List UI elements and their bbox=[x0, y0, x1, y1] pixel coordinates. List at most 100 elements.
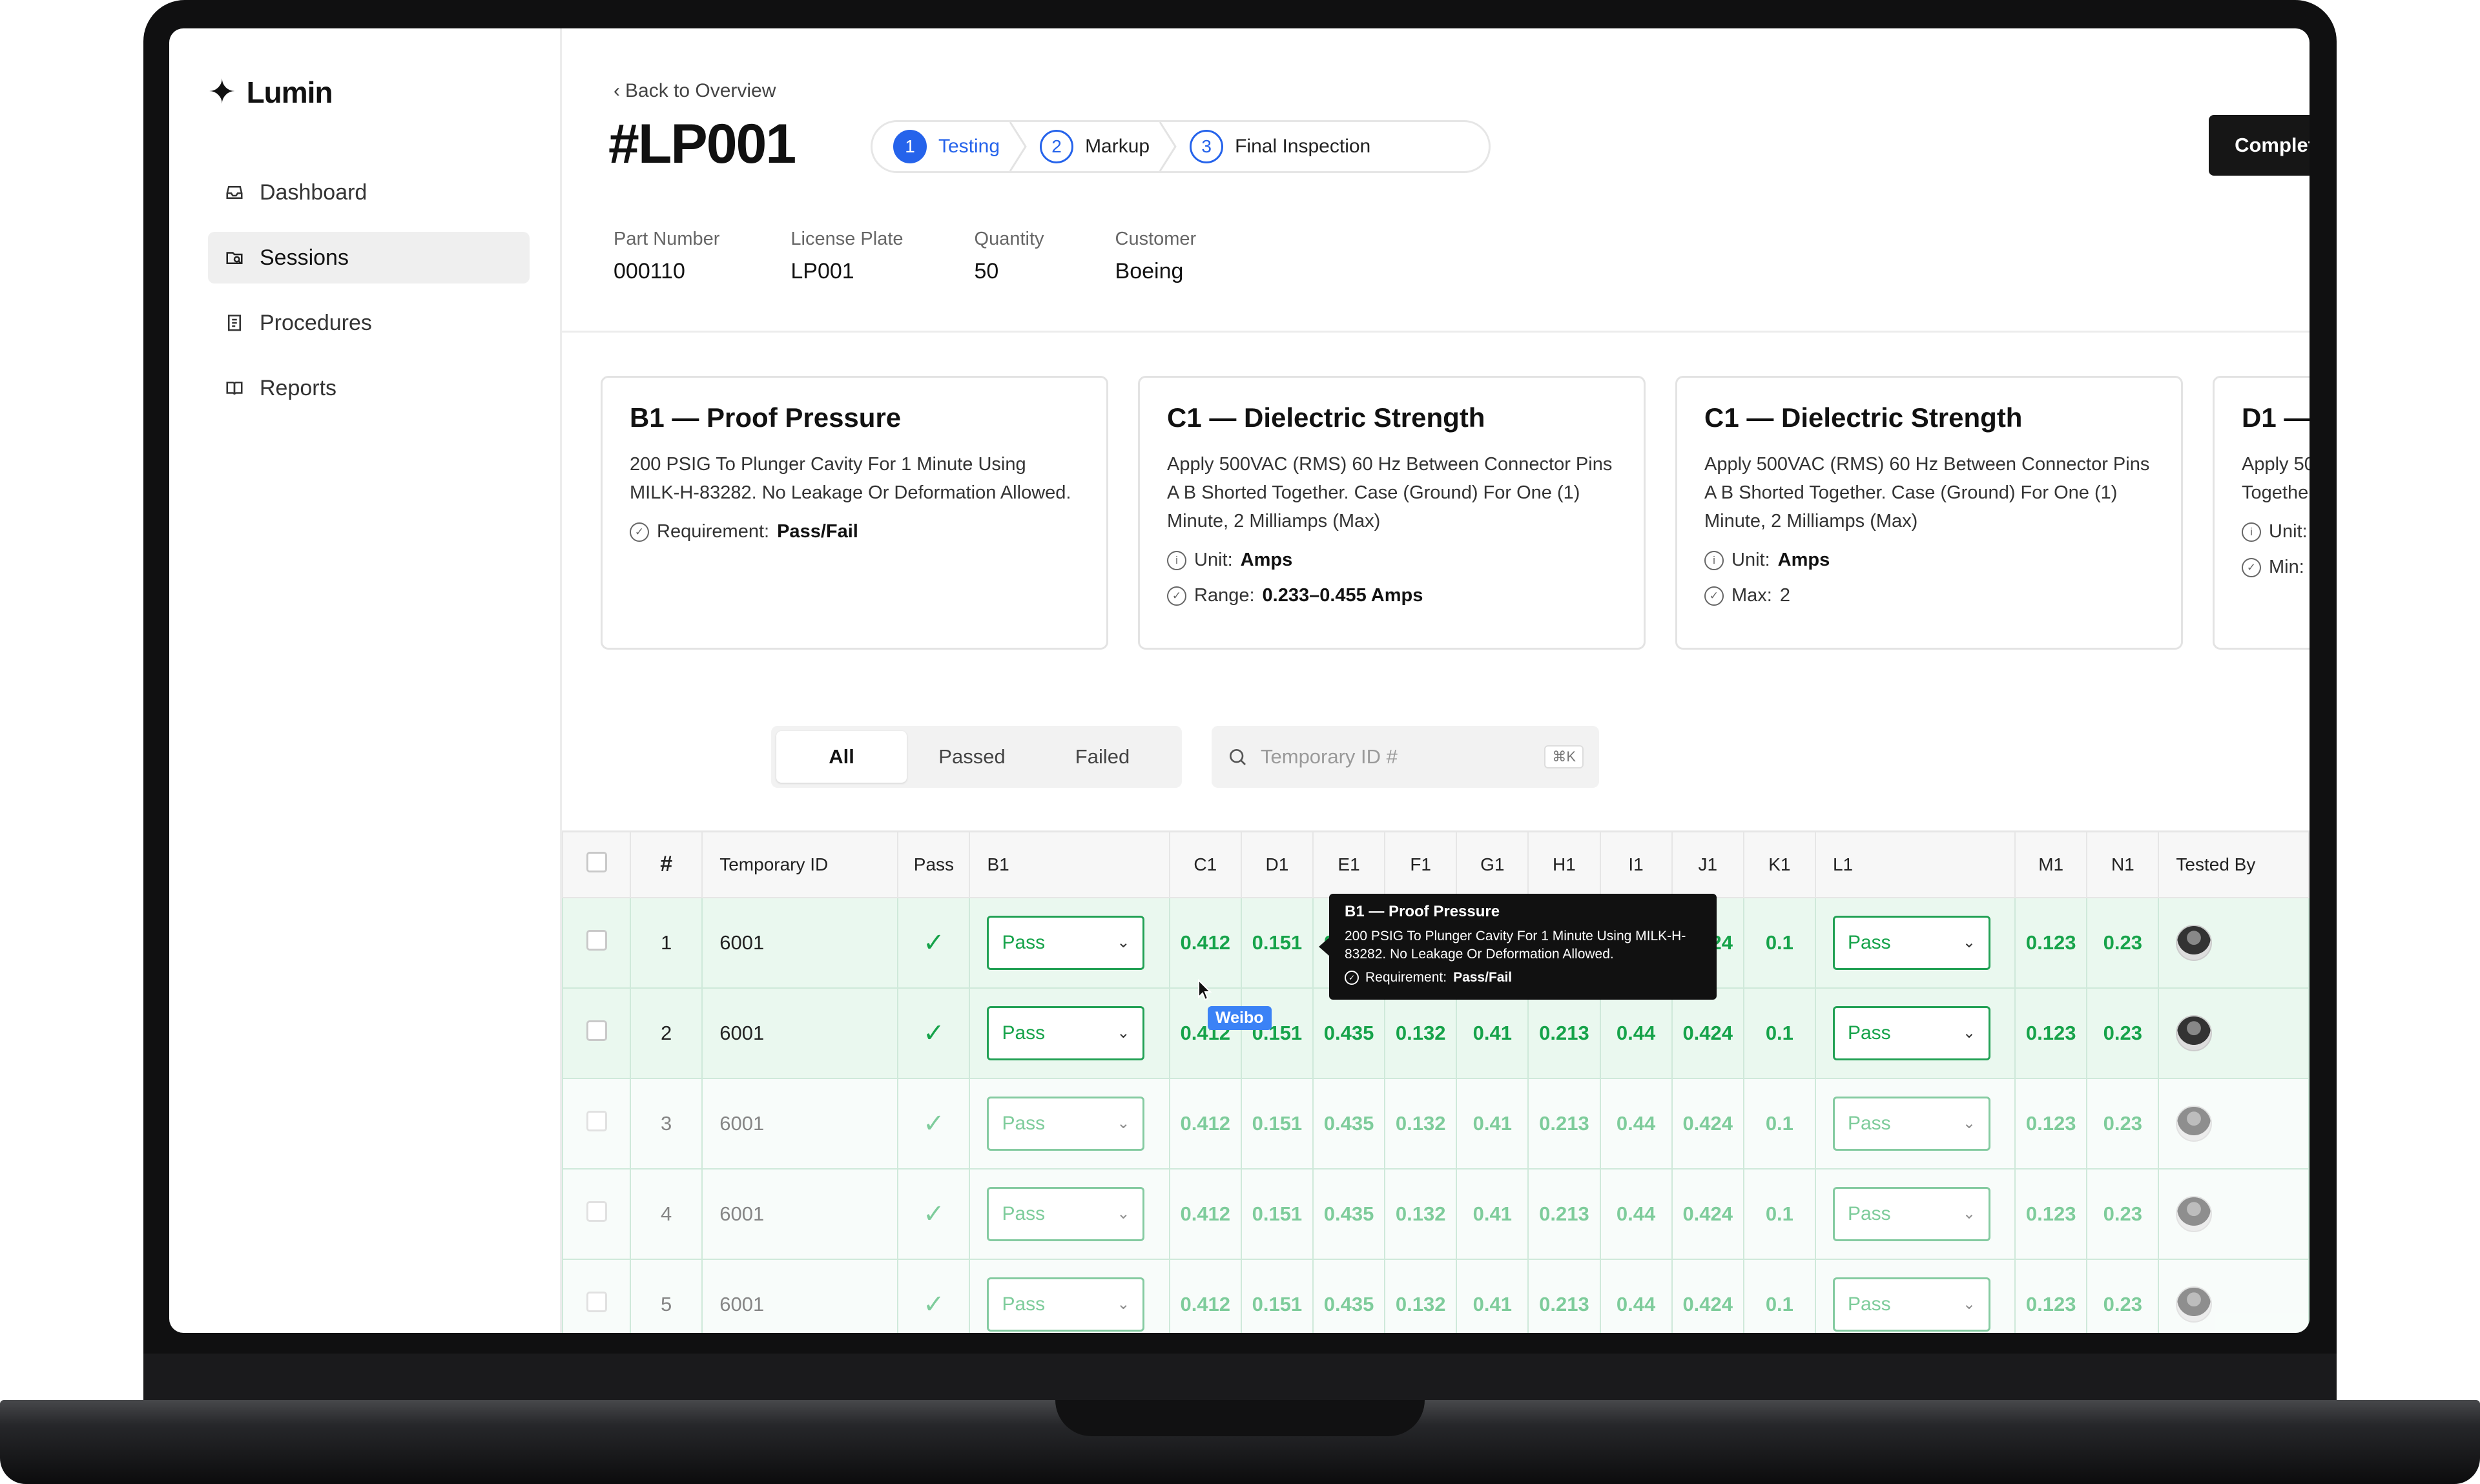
col-header[interactable]: I1 bbox=[1599, 830, 1673, 898]
measurement-cell[interactable]: 0.132 bbox=[1384, 1077, 1458, 1170]
measurement-cell[interactable]: 0.424 bbox=[1671, 1258, 1744, 1333]
measurement-cell[interactable]: 0.1 bbox=[1742, 987, 1816, 1079]
result-dropdown[interactable]: Pass ⌄ bbox=[987, 1277, 1145, 1332]
measurement-cell[interactable]: 0.435 bbox=[1312, 1077, 1386, 1170]
row-checkbox[interactable] bbox=[586, 929, 607, 951]
measurement-cell[interactable]: 0.132 bbox=[1384, 1168, 1458, 1260]
measurement-cell[interactable]: 0.132 bbox=[1384, 1258, 1458, 1333]
measurement-cell[interactable]: 0.1 bbox=[1742, 1258, 1816, 1333]
col-header[interactable]: C1 bbox=[1168, 830, 1242, 898]
col-header[interactable]: G1 bbox=[1456, 830, 1529, 898]
avatar[interactable] bbox=[2176, 1195, 2213, 1232]
measurement-cell[interactable]: 0.123 bbox=[2014, 987, 2088, 1079]
col-header[interactable]: E1 bbox=[1312, 830, 1386, 898]
row-checkbox[interactable] bbox=[586, 1020, 607, 1041]
table-row[interactable]: 2 6001 ✓ Pass ⌄ 0.412 0.151 0.435 0.132 0.41 0.213… bbox=[562, 987, 2310, 1079]
measurement-cell[interactable]: 0.424 bbox=[1671, 1077, 1744, 1170]
result-dropdown[interactable]: Pass ⌄ bbox=[1832, 915, 1990, 970]
table-row[interactable]: 4 6001 ✓ Pass ⌄ 0.412 0.151 0.435 0.132 0.41 0.213… bbox=[562, 1168, 2310, 1260]
measurement-cell[interactable]: 0.1 bbox=[1742, 1168, 1816, 1260]
sidebar-item-sessions[interactable]: Sessions bbox=[208, 232, 530, 283]
procedure-card[interactable]: C1 — Dielectric Strength Apply 500VAC (R… bbox=[1675, 376, 2183, 650]
row-checkbox[interactable] bbox=[586, 1110, 607, 1131]
step-testing[interactable]: 1 Testing bbox=[893, 121, 1027, 172]
measurement-cell[interactable]: 0.132 bbox=[1384, 987, 1458, 1079]
step-markup[interactable]: 2 Markup bbox=[1040, 121, 1177, 172]
measurement-cell[interactable]: 0.412 bbox=[1168, 1077, 1242, 1170]
measurement-cell[interactable]: 0.123 bbox=[2014, 1168, 2088, 1260]
col-header[interactable]: D1 bbox=[1240, 830, 1314, 898]
avatar[interactable] bbox=[2176, 1286, 2213, 1323]
sidebar-item-procedures[interactable]: Procedures bbox=[208, 297, 530, 349]
result-dropdown[interactable]: Pass ⌄ bbox=[987, 1186, 1145, 1241]
step-final-inspection[interactable]: 3 Final Inspection bbox=[1190, 130, 1370, 163]
measurement-cell[interactable]: 0.123 bbox=[2014, 1077, 2088, 1170]
col-header[interactable]: F1 bbox=[1384, 830, 1458, 898]
measurement-cell[interactable]: 0.1 bbox=[1742, 1077, 1816, 1170]
row-checkbox[interactable] bbox=[586, 1291, 607, 1312]
measurement-cell[interactable]: 0.151 bbox=[1240, 1258, 1314, 1333]
filter-all[interactable]: All bbox=[776, 731, 907, 783]
procedure-card[interactable]: D1 — Insulation Resistance Apply 500VDC … bbox=[2213, 376, 2310, 650]
measurement-cell[interactable]: 0.44 bbox=[1599, 1258, 1673, 1333]
measurement-cell[interactable]: 0.23 bbox=[2086, 987, 2160, 1079]
measurement-cell[interactable]: 0.41 bbox=[1456, 1168, 1529, 1260]
measurement-cell[interactable]: 0.213 bbox=[1527, 1077, 1601, 1170]
search-input[interactable] bbox=[1261, 745, 1545, 768]
col-header[interactable]: Temporary ID bbox=[701, 830, 899, 898]
procedure-card[interactable]: C1 — Dielectric Strength Apply 500VAC (R… bbox=[1138, 376, 1646, 650]
measurement-cell[interactable]: 0.23 bbox=[2086, 1168, 2160, 1260]
result-dropdown[interactable]: Pass ⌄ bbox=[1832, 1277, 1990, 1332]
measurement-cell[interactable]: 0.424 bbox=[1671, 1168, 1744, 1260]
result-dropdown[interactable]: Pass ⌄ bbox=[987, 915, 1145, 970]
complete-testing-button[interactable]: Complete Testing bbox=[2209, 115, 2310, 176]
measurement-cell[interactable]: 0.435 bbox=[1312, 1168, 1386, 1260]
back-link[interactable]: ‹ Back to Overview bbox=[614, 80, 776, 102]
measurement-cell[interactable]: 0.424 bbox=[1671, 987, 1744, 1079]
sidebar-item-reports[interactable]: Reports bbox=[208, 362, 530, 414]
col-header[interactable]: H1 bbox=[1527, 830, 1601, 898]
col-header[interactable]: M1 bbox=[2014, 830, 2088, 898]
measurement-cell[interactable]: 0.151 bbox=[1240, 1168, 1314, 1260]
measurement-cell[interactable]: 0.412 bbox=[1168, 896, 1242, 989]
measurement-cell[interactable]: 0.213 bbox=[1527, 1258, 1601, 1333]
col-header[interactable]: L1 bbox=[1814, 830, 2016, 898]
measurement-cell[interactable]: 0.41 bbox=[1456, 1077, 1529, 1170]
col-header[interactable]: B1 bbox=[969, 830, 1170, 898]
col-header[interactable]: J1 bbox=[1671, 830, 1744, 898]
result-dropdown[interactable]: Pass ⌄ bbox=[1832, 1096, 1990, 1151]
measurement-cell[interactable]: 0.1 bbox=[1742, 896, 1816, 989]
col-header[interactable]: K1 bbox=[1742, 830, 1816, 898]
table-row[interactable]: 5 6001 ✓ Pass ⌄ 0.412 0.151 0.435 0.132 0.41 0.213… bbox=[562, 1258, 2310, 1333]
measurement-cell[interactable]: 0.44 bbox=[1599, 1168, 1673, 1260]
measurement-cell[interactable]: 0.123 bbox=[2014, 1258, 2088, 1333]
measurement-cell[interactable]: 0.151 bbox=[1240, 987, 1314, 1079]
filter-failed[interactable]: Failed bbox=[1037, 731, 1168, 783]
avatar[interactable] bbox=[2176, 1015, 2213, 1051]
col-header[interactable]: Tested By bbox=[2158, 830, 2310, 898]
measurement-cell[interactable]: 0.412 bbox=[1168, 987, 1242, 1079]
result-dropdown[interactable]: Pass ⌄ bbox=[1832, 1005, 1990, 1060]
col-header[interactable]: N1 bbox=[2086, 830, 2160, 898]
select-all-checkbox[interactable] bbox=[586, 852, 607, 873]
measurement-cell[interactable]: 0.412 bbox=[1168, 1258, 1242, 1333]
measurement-cell[interactable]: 0.435 bbox=[1312, 1258, 1386, 1333]
measurement-cell[interactable]: 0.213 bbox=[1527, 987, 1601, 1079]
sidebar-item-dashboard[interactable]: Dashboard bbox=[208, 167, 530, 218]
result-dropdown[interactable]: Pass ⌄ bbox=[987, 1005, 1145, 1060]
measurement-cell[interactable]: 0.151 bbox=[1240, 896, 1314, 989]
table-row[interactable]: 3 6001 ✓ Pass ⌄ 0.412 0.151 0.435 0.132 0.41 0.213… bbox=[562, 1077, 2310, 1170]
avatar[interactable] bbox=[2176, 924, 2213, 961]
measurement-cell[interactable]: 0.23 bbox=[2086, 1077, 2160, 1170]
col-header[interactable]: Pass bbox=[897, 830, 971, 898]
measurement-cell[interactable]: 0.151 bbox=[1240, 1077, 1314, 1170]
measurement-cell[interactable]: 0.213 bbox=[1527, 1168, 1601, 1260]
measurement-cell[interactable]: 0.412 bbox=[1168, 1168, 1242, 1260]
measurement-cell[interactable]: 0.41 bbox=[1456, 987, 1529, 1079]
measurement-cell[interactable]: 0.44 bbox=[1599, 987, 1673, 1079]
row-checkbox[interactable] bbox=[586, 1201, 607, 1222]
measurement-cell[interactable]: 0.123 bbox=[2014, 896, 2088, 989]
measurement-cell[interactable]: 0.41 bbox=[1456, 1258, 1529, 1333]
measurement-cell[interactable]: 0.23 bbox=[2086, 1258, 2160, 1333]
result-dropdown[interactable]: Pass ⌄ bbox=[1832, 1186, 1990, 1241]
